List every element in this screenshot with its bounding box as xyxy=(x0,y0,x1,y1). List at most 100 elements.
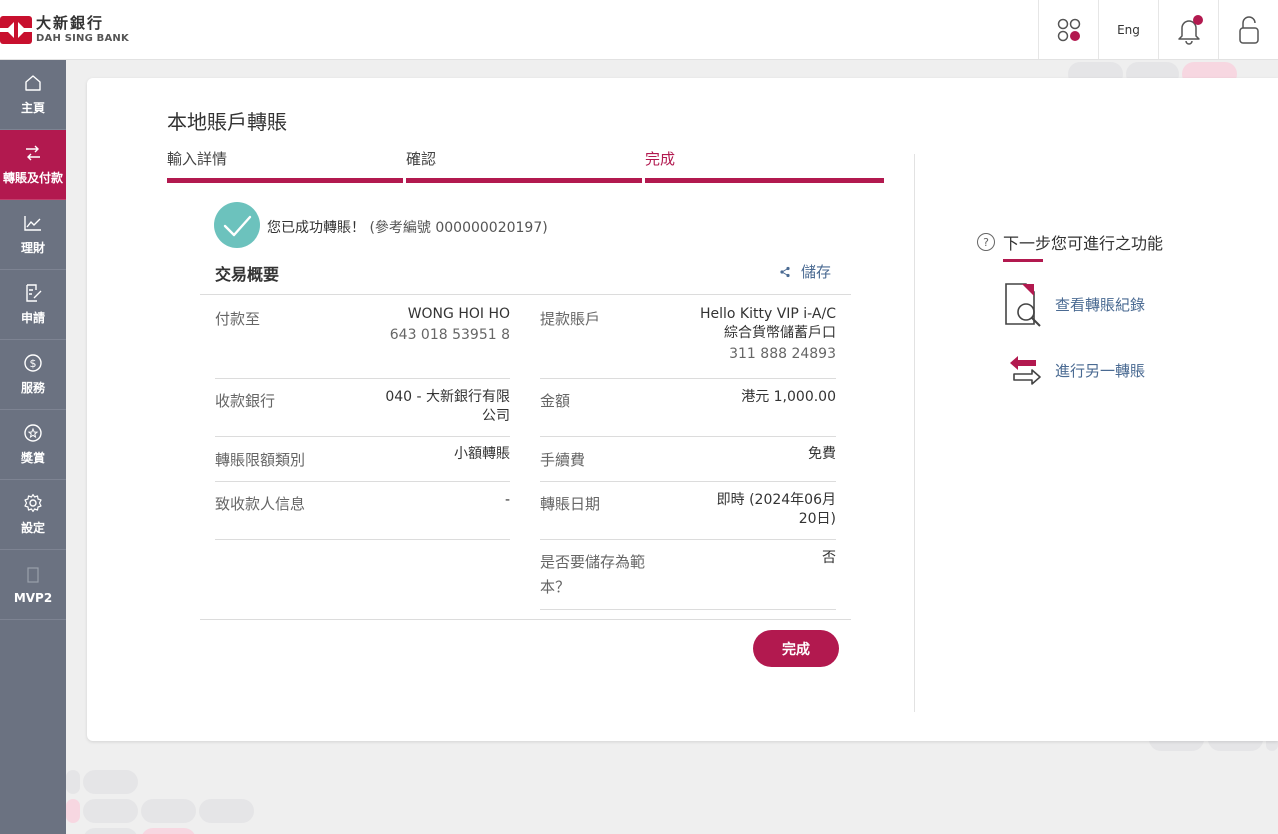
save-label: 儲存 xyxy=(801,263,832,281)
column-divider xyxy=(914,154,915,712)
divider xyxy=(215,436,510,437)
bank-line-1: 040 - 大新銀行有限 xyxy=(385,389,510,405)
star-icon xyxy=(24,424,42,442)
svg-text:$: $ xyxy=(30,357,37,370)
next-steps-title: ? 下一步您可進行之功能 xyxy=(977,230,1163,254)
language-toggle[interactable]: Eng xyxy=(1098,0,1158,59)
language-label: Eng xyxy=(1117,22,1140,37)
done-button[interactable]: 完成 xyxy=(753,630,839,667)
gear-icon xyxy=(24,493,42,513)
logout-button[interactable] xyxy=(1218,0,1278,59)
view-transfer-history-label: 查看轉賬紀錄 xyxy=(1055,295,1146,314)
sidebar-item-label: 服務 xyxy=(20,381,45,395)
success-text: 您已成功轉賬！ xyxy=(267,220,365,236)
reference-number: (參考編號 000000020197) xyxy=(369,220,548,236)
transfer-date-line-1: 即時 (2024年06月 xyxy=(716,492,836,508)
lock-icon xyxy=(1238,15,1259,44)
sidebar-item-label: 設定 xyxy=(20,521,45,535)
sidebar-item-rewards[interactable]: 獎賞 xyxy=(0,410,66,480)
step-progress-3 xyxy=(645,178,884,183)
bank-logo[interactable]: 大新銀行 DAH SING BANK xyxy=(0,14,129,46)
limit-type-value: 小額轉賬 xyxy=(454,446,510,462)
sidebar-item-label: MVP2 xyxy=(13,590,53,605)
save-template-label-line-2: 本？ xyxy=(540,578,571,596)
summary-bottom-divider xyxy=(200,619,851,620)
next-steps-underline xyxy=(1003,259,1043,262)
top-header: 大新銀行 DAH SING BANK Eng xyxy=(0,0,1278,60)
debit-account-label: 提款賬戶 xyxy=(540,310,601,328)
transfer-date-value: 即時 (2024年06月 20日) xyxy=(687,491,836,529)
success-check-icon xyxy=(214,202,260,248)
brand-name-en: DAH SING BANK xyxy=(36,33,129,44)
sidebar-item-home[interactable]: 主頁 xyxy=(0,60,66,130)
new-transfer-label: 進行另一轉賬 xyxy=(1055,361,1146,380)
step-confirm: 確認 xyxy=(406,150,437,168)
save-button[interactable]: 儲存 xyxy=(779,261,831,282)
transfer-icon xyxy=(26,145,40,161)
transfer-result-card: 本地賬戶轉賬 輸入詳情 確認 完成 您已成功轉賬！ (參考編號 00000002… xyxy=(87,78,1278,741)
bank-label: 收款銀行 xyxy=(215,392,276,410)
divider xyxy=(215,539,510,540)
sidebar: 主頁 轉賬及付款 理財 申請 $ 服務 獎賞 設定 MVP2 xyxy=(0,60,66,834)
debit-account-value: Hello Kitty VIP i-A/C 綜合貨幣儲蓄戶口 311 888 2… xyxy=(647,305,836,364)
sidebar-item-transfer[interactable]: 轉賬及付款 xyxy=(0,130,66,200)
doc-icon xyxy=(27,566,39,583)
fee-value: 免費 xyxy=(808,446,836,462)
logo-mark-icon xyxy=(0,14,32,46)
divider xyxy=(540,378,836,379)
limit-type-label: 轉賬限額類別 xyxy=(215,451,306,469)
next-steps-label: 下一步您可進行之功能 xyxy=(1003,234,1164,253)
sidebar-item-label: 申請 xyxy=(20,311,45,325)
bank-value: 040 - 大新銀行有限 公司 xyxy=(357,388,510,426)
divider xyxy=(215,481,510,482)
payee-message-label: 致收款人信息 xyxy=(215,495,306,513)
step-progress-2 xyxy=(406,178,642,183)
transfer-date-line-2: 20日) xyxy=(798,511,836,527)
amount-value: 港元 1,000.00 xyxy=(741,389,836,405)
step-progress-1 xyxy=(167,178,403,183)
home-icon xyxy=(25,75,41,91)
view-transfer-history-link[interactable]: 查看轉賬紀錄 xyxy=(1003,280,1145,328)
step-input-details: 輸入詳情 xyxy=(167,150,228,168)
payee-message-value: - xyxy=(504,492,510,508)
sidebar-item-label: 主頁 xyxy=(20,101,45,115)
sidebar-item-wealth[interactable]: 理財 xyxy=(0,200,66,270)
help-icon: ? xyxy=(977,233,995,251)
debit-account-number: 311 888 24893 xyxy=(729,346,836,362)
bell-icon xyxy=(1177,14,1203,45)
payee-name: WONG HOI HO xyxy=(407,306,510,322)
swap-arrows-icon xyxy=(1003,346,1047,394)
debit-account-line-1: Hello Kitty VIP i-A/C xyxy=(699,306,836,322)
divider xyxy=(540,481,836,482)
divider xyxy=(540,609,836,610)
payee-value: WONG HOI HO 643 018 53951 8 xyxy=(377,305,510,345)
payee-label: 付款至 xyxy=(215,310,261,328)
sidebar-item-mvp2[interactable]: MVP2 xyxy=(0,550,66,620)
notifications-button[interactable] xyxy=(1158,0,1218,59)
fee-label: 手續費 xyxy=(540,451,586,469)
share-icon xyxy=(780,266,790,277)
divider xyxy=(215,378,510,379)
debit-account-line-2: 綜合貨幣儲蓄戶口 xyxy=(724,325,836,341)
summary-title: 交易概要 xyxy=(215,265,280,284)
dollar-icon: $ xyxy=(24,354,42,372)
sidebar-item-services[interactable]: $ 服務 xyxy=(0,340,66,410)
step-complete: 完成 xyxy=(645,150,676,168)
save-template-label-line-1: 是否要儲存為範 xyxy=(540,553,646,571)
apps-icon xyxy=(1057,18,1080,41)
summary-top-divider xyxy=(200,294,851,295)
search-document-icon xyxy=(1003,280,1047,328)
save-template-label: 是否要儲存為範 本？ xyxy=(540,550,645,600)
sidebar-item-label: 理財 xyxy=(20,241,45,255)
sidebar-item-apply[interactable]: 申請 xyxy=(0,270,66,340)
apps-button[interactable] xyxy=(1038,0,1098,59)
divider xyxy=(540,539,836,540)
bank-line-2: 公司 xyxy=(482,408,510,424)
new-transfer-link[interactable]: 進行另一轉賬 xyxy=(1003,346,1145,394)
save-template-value: 否 xyxy=(822,550,836,566)
form-icon xyxy=(26,284,42,302)
amount-label: 金額 xyxy=(540,392,571,410)
payee-account: 643 018 53951 8 xyxy=(389,327,510,343)
divider xyxy=(540,436,836,437)
sidebar-item-settings[interactable]: 設定 xyxy=(0,480,66,550)
